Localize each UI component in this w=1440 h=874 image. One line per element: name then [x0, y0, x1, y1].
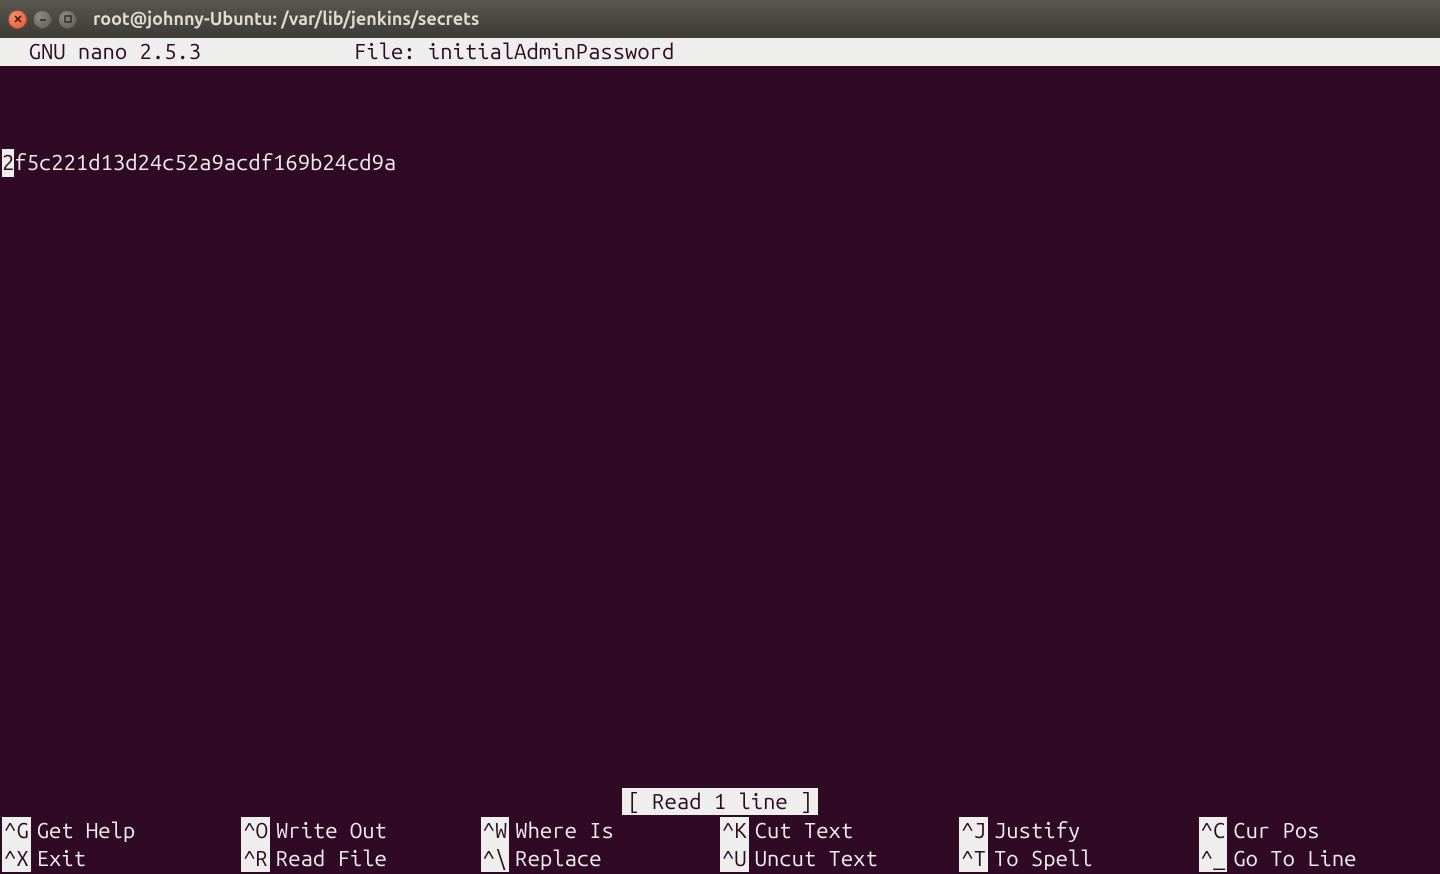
- status-line: [ Read 1 line ]: [0, 788, 1440, 818]
- shortcut-uncut-text[interactable]: ^UUncut Text: [720, 845, 959, 873]
- titlebar[interactable]: root@johnny-Ubuntu: /var/lib/jenkins/sec…: [0, 0, 1440, 38]
- window-title: root@johnny-Ubuntu: /var/lib/jenkins/sec…: [93, 9, 479, 29]
- shortcut-key: ^X: [2, 845, 31, 873]
- nano-app-label: GNU nano 2.5.3: [4, 38, 354, 66]
- shortcut-key: ^O: [241, 817, 270, 845]
- shortcut-key: ^R: [241, 845, 270, 873]
- shortcut-key: ^G: [2, 817, 31, 845]
- shortcut-exit[interactable]: ^XExit: [2, 845, 241, 873]
- shortcut-key: ^_: [1199, 845, 1228, 873]
- shortcut-key: ^W: [481, 817, 510, 845]
- nano-file-label: File: initialAdminPassword: [354, 38, 674, 66]
- shortcut-bar: ^GGet Help ^OWrite Out ^WWhere Is ^KCut …: [0, 817, 1440, 874]
- shortcut-cur-pos[interactable]: ^CCur Pos: [1199, 817, 1438, 845]
- close-icon[interactable]: [8, 10, 27, 29]
- shortcut-key: ^U: [720, 845, 749, 873]
- shortcut-label: Where Is: [509, 817, 614, 845]
- shortcut-read-file[interactable]: ^RRead File: [241, 845, 480, 873]
- maximize-icon[interactable]: [58, 10, 77, 29]
- shortcut-label: Cut Text: [749, 817, 854, 845]
- shortcut-label: Get Help: [31, 817, 136, 845]
- shortcut-justify[interactable]: ^JJustify: [959, 817, 1198, 845]
- shortcut-key: ^J: [959, 817, 988, 845]
- terminal-area[interactable]: GNU nano 2.5.3 File: initialAdminPasswor…: [0, 38, 1440, 874]
- shortcut-cut-text[interactable]: ^KCut Text: [720, 817, 959, 845]
- shortcut-label: Write Out: [270, 817, 387, 845]
- window-controls: [8, 10, 77, 29]
- shortcut-write-out[interactable]: ^OWrite Out: [241, 817, 480, 845]
- cursor: 2: [2, 149, 14, 177]
- editor-body[interactable]: 2f5c221d13d24c52a9acdf169b24cd9a: [0, 66, 1440, 788]
- file-content: f5c221d13d24c52a9acdf169b24cd9a: [14, 149, 396, 177]
- shortcut-get-help[interactable]: ^GGet Help: [2, 817, 241, 845]
- shortcut-key: ^K: [720, 817, 749, 845]
- shortcut-go-to-line[interactable]: ^_Go To Line: [1199, 845, 1438, 873]
- shortcut-label: Exit: [31, 845, 86, 873]
- shortcut-to-spell[interactable]: ^TTo Spell: [959, 845, 1198, 873]
- shortcut-label: To Spell: [988, 845, 1093, 873]
- shortcut-key: ^T: [959, 845, 988, 873]
- shortcut-label: Replace: [509, 845, 601, 873]
- terminal-window: root@johnny-Ubuntu: /var/lib/jenkins/sec…: [0, 0, 1440, 874]
- shortcut-key: ^C: [1199, 817, 1228, 845]
- nano-header: GNU nano 2.5.3 File: initialAdminPasswor…: [0, 38, 1440, 66]
- minimize-icon[interactable]: [33, 10, 52, 29]
- status-text: [ Read 1 line ]: [622, 788, 819, 816]
- shortcut-label: Read File: [270, 845, 387, 873]
- shortcut-label: Justify: [988, 817, 1080, 845]
- shortcut-label: Uncut Text: [749, 845, 878, 873]
- shortcut-replace[interactable]: ^\Replace: [481, 845, 720, 873]
- shortcut-key: ^\: [481, 845, 510, 873]
- editor-line: 2f5c221d13d24c52a9acdf169b24cd9a: [0, 149, 1440, 177]
- shortcut-where-is[interactable]: ^WWhere Is: [481, 817, 720, 845]
- shortcut-label: Go To Line: [1227, 845, 1356, 873]
- shortcut-label: Cur Pos: [1227, 817, 1319, 845]
